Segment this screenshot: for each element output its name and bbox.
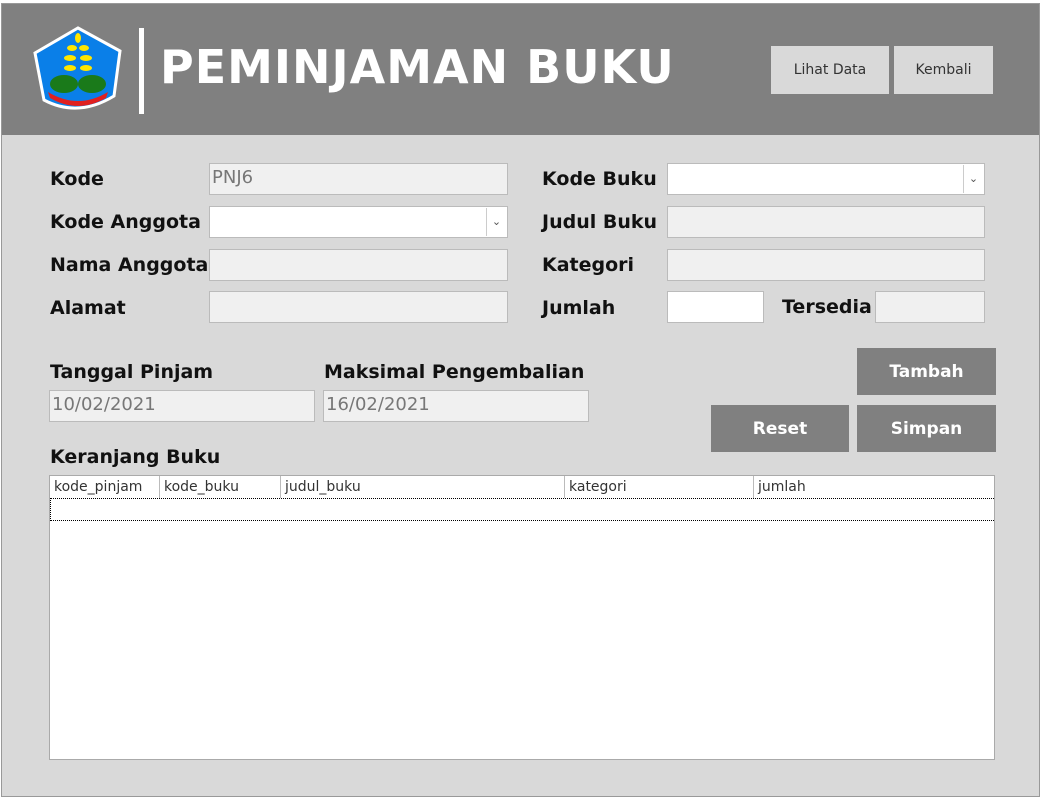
header: PEMINJAMAN BUKU Lihat Data Kembali xyxy=(2,4,1039,135)
kode-anggota-label: Kode Anggota xyxy=(50,211,201,233)
kode-anggota-dropdown[interactable]: ⌄ xyxy=(209,206,508,238)
reset-button[interactable]: Reset xyxy=(711,405,849,452)
column-header[interactable]: kategori xyxy=(565,476,754,498)
chevron-down-icon[interactable]: ⌄ xyxy=(963,165,983,193)
kembali-button[interactable]: Kembali xyxy=(894,46,993,94)
kategori-field[interactable] xyxy=(667,249,985,281)
header-separator xyxy=(139,28,144,114)
kode-buku-label: Kode Buku xyxy=(542,168,657,190)
alamat-label: Alamat xyxy=(50,297,126,319)
table-row[interactable] xyxy=(50,498,994,521)
nama-anggota-field[interactable] xyxy=(209,249,508,281)
column-header[interactable]: judul_buku xyxy=(281,476,565,498)
column-header[interactable]: kode_buku xyxy=(160,476,281,498)
nama-anggota-label: Nama Anggota xyxy=(50,254,209,276)
maksimal-pengembalian-field[interactable]: 16/02/2021 xyxy=(323,390,589,422)
university-logo xyxy=(33,26,122,110)
judul-buku-field[interactable] xyxy=(667,206,985,238)
page-title: PEMINJAMAN BUKU xyxy=(160,40,675,94)
maksimal-pengembalian-label: Maksimal Pengembalian xyxy=(324,361,585,383)
kode-label: Kode xyxy=(50,168,104,190)
keranjang-buku-grid[interactable]: kode_pinjam kode_buku judul_buku kategor… xyxy=(49,475,995,760)
window: PEMINJAMAN BUKU Lihat Data Kembali Kode … xyxy=(1,3,1040,797)
judul-buku-label: Judul Buku xyxy=(542,211,658,233)
kode-buku-dropdown[interactable]: ⌄ xyxy=(667,163,985,195)
jumlah-field[interactable] xyxy=(667,291,764,323)
tanggal-pinjam-label: Tanggal Pinjam xyxy=(50,361,214,383)
tersedia-label: Tersedia xyxy=(782,296,872,318)
column-header[interactable]: jumlah xyxy=(754,476,994,498)
chevron-down-icon[interactable]: ⌄ xyxy=(486,208,506,236)
keranjang-buku-title: Keranjang Buku xyxy=(50,446,221,468)
jumlah-label: Jumlah xyxy=(542,297,616,319)
tanggal-pinjam-field[interactable]: 10/02/2021 xyxy=(49,390,315,422)
column-header[interactable]: kode_pinjam xyxy=(50,476,160,498)
alamat-field[interactable] xyxy=(209,291,508,323)
kategori-label: Kategori xyxy=(542,254,635,276)
tersedia-field[interactable] xyxy=(875,291,985,323)
simpan-button[interactable]: Simpan xyxy=(857,405,996,452)
lihat-data-button[interactable]: Lihat Data xyxy=(771,46,889,94)
kode-field[interactable]: PNJ6 xyxy=(209,163,508,195)
tambah-button[interactable]: Tambah xyxy=(857,348,996,395)
